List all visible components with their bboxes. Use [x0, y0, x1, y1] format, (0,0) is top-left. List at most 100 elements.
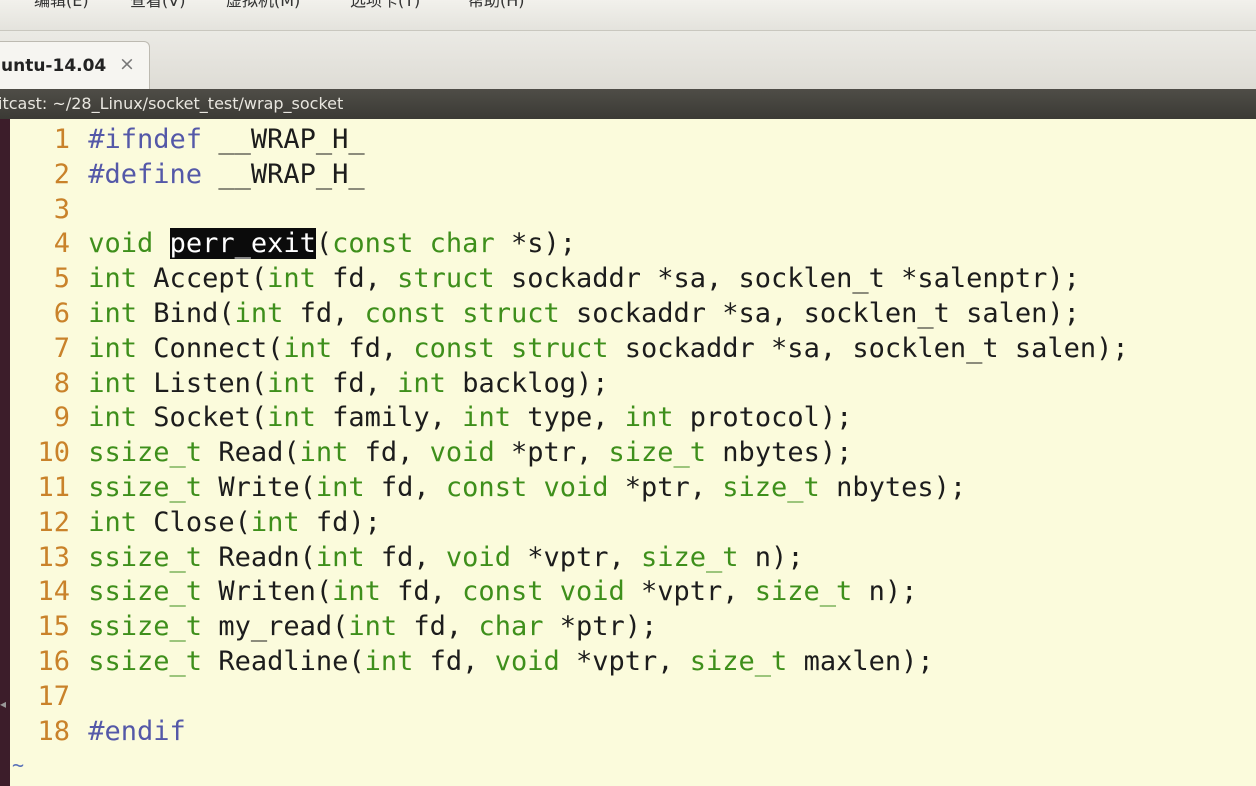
code-text: fd, [315, 263, 398, 295]
code-text: *vptr, [624, 576, 755, 608]
code-text: n); [738, 541, 804, 573]
code-text: Listen( [137, 367, 268, 399]
code-keyword: ssize_t [88, 541, 203, 573]
code-line[interactable]: 9 int Socket(int family, int type, int p… [10, 401, 1129, 436]
code-text: Readn( [202, 541, 316, 573]
menu-item-vm[interactable]: 虚拟机(M) [226, 0, 300, 12]
terminal-left-border [0, 119, 10, 786]
code-text: fd, [413, 645, 495, 677]
line-number: 1 [53, 124, 70, 155]
code-line[interactable]: 12 int Close(int fd); [10, 506, 1129, 541]
code-keyword: int [397, 367, 446, 399]
search-highlight: perr_exit [169, 228, 316, 260]
code-keyword: const struct [364, 297, 560, 329]
tab-ubuntu[interactable]: untu-14.04 × [0, 41, 150, 90]
line-number: 8 [53, 367, 70, 399]
code-keyword: size_t [754, 576, 853, 608]
line-number: 10 [37, 437, 70, 469]
code-line[interactable]: 3 [10, 193, 1129, 228]
code-text: type, [510, 402, 625, 434]
code-text: fd, [283, 297, 365, 329]
code-text: *ptr); [543, 611, 658, 643]
code-keyword: ssize_t [88, 471, 203, 503]
menu-item-edit[interactable]: 编辑(E) [34, 0, 89, 12]
code-text: Connect( [137, 332, 284, 364]
code-keyword: int [624, 402, 674, 434]
line-number: 14 [37, 576, 70, 608]
code-keyword: const char [332, 228, 495, 260]
code-line[interactable]: 18 #endif [10, 715, 1129, 750]
code-line[interactable]: 1 #ifndef __WRAP_H_ [10, 123, 1129, 158]
code-line[interactable]: 15 ssize_t my_read(int fd, char *ptr); [10, 610, 1129, 645]
code-keyword: int [267, 402, 316, 434]
code-line[interactable]: 10 ssize_t Read(int fd, void *ptr, size_… [10, 436, 1129, 471]
code-line[interactable]: 5 int Accept(int fd, struct sockaddr *sa… [10, 262, 1129, 297]
code-line[interactable]: 4 void perr_exit(const char *s); [10, 227, 1129, 262]
vim-editor[interactable]: ◂ 1 #ifndef __WRAP_H_ 2 #define __WRAP_H_… [0, 119, 1256, 786]
code-text: Writen( [202, 576, 333, 608]
code-keyword: const void [445, 471, 609, 503]
code-line[interactable]: 2 #define __WRAP_H_ [10, 158, 1129, 193]
code-text: Bind( [137, 297, 235, 329]
code-keyword: int [299, 437, 349, 469]
empty-line-tilde: ~ [12, 753, 25, 777]
code-line[interactable]: 14 ssize_t Writen(int fd, const void *vp… [10, 575, 1129, 610]
tab-strip: untu-14.04 × [0, 31, 1256, 90]
code-text: fd, [397, 611, 479, 643]
code-text: backlog); [445, 367, 609, 399]
code-line[interactable]: 16 ssize_t Readline(int fd, void *vptr, … [10, 645, 1129, 680]
terminal-title-bar: itcast: ~/28_Linux/socket_test/wrap_sock… [0, 89, 1256, 119]
code-preprocessor: #endif [88, 715, 186, 747]
code-line[interactable]: 11 ssize_t Write(int fd, const void *ptr… [10, 471, 1129, 506]
code-keyword: int [462, 402, 511, 434]
code-keyword: struct [397, 263, 495, 295]
code-keyword: ssize_t [88, 437, 203, 469]
code-text: *vptr, [510, 541, 641, 573]
code-line[interactable]: 8 int Listen(int fd, int backlog); [10, 367, 1129, 402]
code-keyword: int [250, 506, 300, 538]
code-text: fd, [332, 332, 414, 364]
line-number: 4 [53, 228, 70, 260]
code-line[interactable]: 17 [10, 680, 1129, 715]
code-keyword: ssize_t [88, 611, 203, 643]
code-text: Write( [202, 471, 316, 503]
code-line[interactable]: 6 int Bind(int fd, const struct sockaddr… [10, 297, 1129, 332]
tab-title: untu-14.04 [1, 56, 107, 76]
code-preprocessor: #define [88, 158, 203, 190]
code-preprocessor: #ifndef [88, 124, 203, 155]
code-text: protocol); [673, 402, 853, 434]
code-text: __WRAP_H_ [202, 124, 365, 155]
code-keyword: const struct [413, 332, 609, 364]
scroll-left-arrow-icon: ◂ [0, 697, 7, 711]
code-keyword: int [88, 263, 138, 295]
line-number: 18 [37, 715, 70, 747]
code-text: Close( [137, 506, 251, 538]
line-number: 17 [37, 680, 70, 712]
code-text: fd, [315, 367, 398, 399]
menu-item-help[interactable]: 帮助(H) [468, 0, 525, 12]
code-line[interactable]: 7 int Connect(int fd, const struct socka… [10, 332, 1129, 367]
code-text: maxlen); [787, 645, 934, 677]
menu-item-view[interactable]: 查看(V) [130, 0, 185, 12]
code-line[interactable]: 13 ssize_t Readn(int fd, void *vptr, siz… [10, 541, 1129, 576]
code-keyword: int [267, 263, 316, 295]
line-number: 2 [53, 158, 70, 190]
menu-item-tabs[interactable]: 选项卡(T) [350, 0, 420, 12]
close-icon[interactable]: × [119, 53, 135, 75]
code-keyword: void [445, 541, 511, 573]
line-number: 6 [53, 297, 70, 329]
code-area[interactable]: 1 #ifndef __WRAP_H_ 2 #define __WRAP_H_ 3 … [10, 123, 1129, 750]
line-number: 3 [53, 193, 70, 225]
